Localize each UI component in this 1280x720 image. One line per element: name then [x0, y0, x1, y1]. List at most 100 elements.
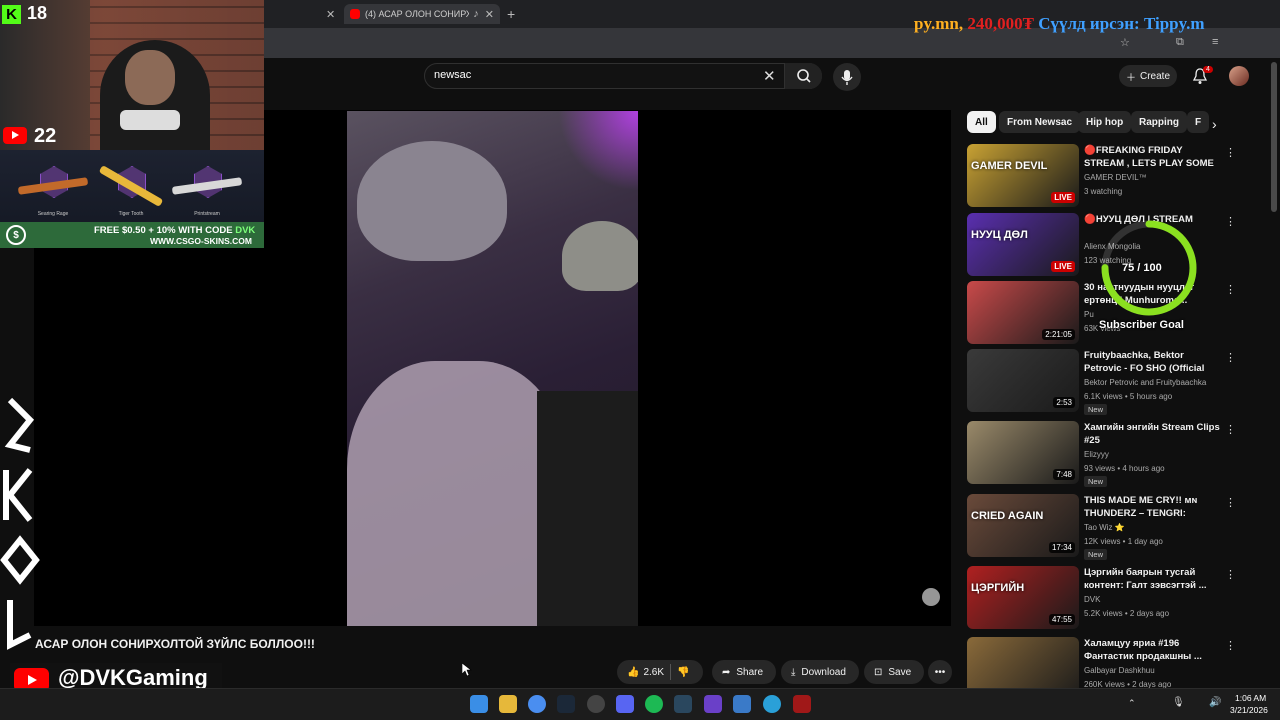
recommendation-title[interactable]: Цэргийн баярын тусгай контент: Галт зэвс… [1084, 566, 1220, 592]
video-thumbnail[interactable]: 2:21:05 [967, 281, 1079, 344]
mouse-cursor-icon [462, 663, 472, 677]
search-input[interactable]: newsac [434, 69, 471, 81]
page-scrollbar[interactable] [1271, 62, 1277, 212]
skin-item: Searing Rage [17, 160, 89, 217]
bookmark-star-icon[interactable]: ☆ [1120, 36, 1130, 49]
recommendation-title[interactable]: 🔴FREAKING FRIDAY STREAM , LETS PLAY SOME… [1084, 144, 1220, 170]
create-label: Create [1139, 70, 1170, 82]
recommendation-item[interactable]: GAMER DEVIL LIVE 🔴FREAKING FRIDAY STREAM ,… [967, 144, 1247, 208]
recommendation-channel[interactable]: Tao Wiz ⭐ [1084, 523, 1125, 532]
discord-icon[interactable] [616, 695, 634, 713]
more-vertical-icon[interactable]: ⋮ [1225, 496, 1236, 509]
donation-ticker: py.mn, 240,000₮ Сүүлд иpсэн: Tippy.m [914, 14, 1205, 34]
dota-icon[interactable] [793, 695, 811, 713]
more-vertical-icon[interactable]: ⋮ [1225, 146, 1236, 159]
more-vertical-icon[interactable]: ⋮ [1225, 283, 1236, 296]
recommendation-meta: 5.2K views • 2 days ago [1084, 609, 1170, 618]
chip-hip-hop[interactable]: Hip hop [1078, 111, 1132, 133]
ticker-text: Сүүлд иpсэн: Tippy.m [1033, 14, 1205, 33]
notepad-icon[interactable] [733, 695, 751, 713]
recommendation-item[interactable]: ЦЭРГИЙН 47:55 Цэргийн баярын тусгай контен… [967, 566, 1247, 630]
menu-icon[interactable]: ≡ [1212, 36, 1218, 48]
like-count: 2.6K [643, 666, 665, 678]
steam-icon[interactable] [557, 695, 575, 713]
video-thumbnail[interactable]: 7:48 [967, 421, 1079, 484]
recommendation-channel[interactable]: Galbayar Dashkhuu [1084, 666, 1155, 675]
recommendation-meta: 6.1K views • 5 hours ago [1084, 392, 1173, 401]
tray-chevron-icon[interactable]: ⌃ [1128, 698, 1136, 709]
search-button[interactable] [784, 63, 822, 89]
recommendation-title[interactable]: THIS MADE ME CRY!! ᴍɴ THUNDERZ – TENGRI:… [1084, 494, 1220, 520]
thumbs-down-icon[interactable]: 👎 [677, 667, 689, 678]
thumbnail-text: GAMER DEVIL [971, 160, 1048, 172]
clock-date[interactable]: 3/21/2026 [1230, 705, 1268, 715]
recommendation-channel[interactable]: DVK [1084, 595, 1100, 604]
spotify-icon[interactable] [645, 695, 663, 713]
recommendation-channel[interactable]: Elizyyy [1084, 450, 1109, 459]
obs-icon[interactable] [587, 695, 605, 713]
decorative-glyphs-icon [0, 397, 40, 650]
video-thumbnail[interactable]: НУУЦ ДӨЛ LIVE [967, 213, 1079, 276]
video-thumbnail[interactable]: ЦЭРГИЙН 47:55 [967, 566, 1079, 629]
recommendation-channel[interactable]: Pu [1084, 310, 1094, 319]
more-vertical-icon[interactable]: ⋮ [1225, 639, 1236, 652]
voice-search-button[interactable] [833, 63, 861, 91]
thumbnail-text: ЦЭРГИЙН [971, 582, 1025, 594]
like-button[interactable]: 👍 2.6K [627, 667, 664, 678]
recommendation-title[interactable]: Халамцуу яриа #196 Фантастик продакшны .… [1084, 637, 1220, 663]
recommendation-title[interactable]: Fruitybaachka, Bektor Petrovic - FO SHO … [1084, 349, 1220, 375]
steam-client-icon[interactable] [674, 695, 692, 713]
thumbs-up-icon: 👍 [627, 666, 640, 678]
share-button[interactable]: ➦ Share [712, 660, 776, 684]
save-button[interactable]: ⊡ Save [864, 660, 924, 684]
extensions-icon[interactable]: ⧉ [1176, 36, 1184, 49]
video-duration: 7:48 [1053, 469, 1075, 480]
search-icon [797, 69, 811, 83]
chip-all[interactable]: All [967, 111, 996, 133]
download-button[interactable]: ⤓ Download [781, 660, 859, 684]
like-dislike-group: 👍 2.6K 👎 [617, 660, 703, 684]
recommendation-title[interactable]: Хамгийн энгийн Stream Clips #25 [1084, 421, 1220, 447]
start-menu-icon[interactable] [470, 695, 488, 713]
video-frame[interactable] [347, 111, 638, 626]
recommendation-item[interactable]: CRIED AGAIN 17:34 THIS MADE ME CRY!! ᴍɴ TH… [967, 494, 1247, 560]
promo-url: WWW.CSGO-SKINS.COM [150, 236, 252, 246]
more-vertical-icon[interactable]: ⋮ [1225, 423, 1236, 436]
account-avatar[interactable] [1229, 66, 1249, 86]
ticker-prefix: py.mn, [914, 14, 968, 33]
chip-from-newsac[interactable]: From Newsac [999, 111, 1081, 133]
close-tab-icon[interactable]: ✕ [485, 8, 494, 21]
recommendation-meta: 3 watching [1084, 187, 1123, 196]
chip-rapping[interactable]: Rapping [1131, 111, 1187, 133]
chip-more[interactable]: F [1187, 111, 1209, 133]
recommendation-item[interactable]: 7:48 Хамгийн энгийн Stream Clips #25 Elizy… [967, 421, 1247, 487]
clock-time[interactable]: 1:06 AM [1235, 693, 1266, 703]
more-vertical-icon[interactable]: ⋮ [1225, 568, 1236, 581]
more-horizontal-icon: ••• [934, 666, 946, 678]
chrome-icon[interactable] [528, 695, 546, 713]
more-vertical-icon[interactable]: ⋮ [1225, 351, 1236, 364]
close-tab-icon[interactable]: ✕ [326, 8, 335, 21]
windows-taskbar [0, 688, 1280, 720]
tab-audio-icon[interactable]: ♪ [473, 8, 479, 20]
new-tab-icon[interactable]: + [507, 6, 515, 22]
chevron-right-icon[interactable]: › [1212, 116, 1217, 132]
create-button[interactable]: ＋ Create [1119, 65, 1177, 87]
recommendation-channel[interactable]: GAMER DEVIL™ [1084, 173, 1147, 182]
video-thumbnail[interactable]: GAMER DEVIL LIVE [967, 144, 1079, 207]
share-icon: ➦ [722, 666, 731, 678]
volume-icon[interactable]: 🔊 [1209, 697, 1221, 708]
video-thumbnail[interactable]: CRIED AGAIN 17:34 [967, 494, 1079, 557]
recommendation-channel[interactable]: Bektor Petrovic and Fruitybaachka [1084, 378, 1206, 387]
clear-search-icon[interactable]: ✕ [763, 67, 776, 85]
recommendation-item[interactable]: 2:53 Fruitybaachka, Bektor Petrovic - FO … [967, 349, 1247, 415]
video-thumbnail[interactable]: 2:53 [967, 349, 1079, 412]
more-actions-button[interactable]: ••• [928, 660, 952, 684]
new-badge: New [1084, 476, 1108, 487]
telegram-icon[interactable] [763, 695, 781, 713]
app-grid-icon[interactable] [704, 695, 722, 713]
microphone-tray-icon[interactable]: 🎙 [1172, 697, 1185, 708]
file-explorer-icon[interactable] [499, 695, 517, 713]
more-vertical-icon[interactable]: ⋮ [1225, 215, 1236, 228]
browser-tab-active[interactable]: (4) АСАР ОЛОН СОНИРХ ♪ ✕ [344, 4, 500, 24]
